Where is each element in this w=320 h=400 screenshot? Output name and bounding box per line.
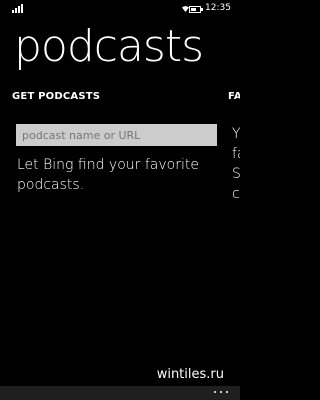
battery-level — [191, 8, 196, 11]
peek-line: fa — [232, 146, 240, 162]
status-bar: 12:35 — [0, 0, 240, 18]
peek-line: S — [232, 166, 240, 182]
next-pivot-peek-text: Y fa S c — [232, 124, 240, 204]
pivot-tab-favorites[interactable]: FAV — [228, 90, 240, 104]
podcast-search-input[interactable] — [16, 124, 217, 146]
battery-icon — [189, 6, 203, 13]
pivot-tab-get-podcasts[interactable]: GET PODCASTS — [12, 90, 100, 104]
status-time: 12:35 — [205, 3, 231, 13]
signal-icon — [12, 3, 24, 13]
more-options-icon[interactable] — [214, 391, 228, 394]
app-title: podcasts — [14, 21, 204, 72]
app-bar[interactable] — [0, 386, 240, 400]
watermark: wintiles.ru — [156, 367, 224, 382]
peek-line: Y — [232, 126, 240, 142]
peek-line: c — [232, 186, 240, 202]
search-hint-text: Let Bing find your favorite podcasts. — [17, 157, 199, 193]
